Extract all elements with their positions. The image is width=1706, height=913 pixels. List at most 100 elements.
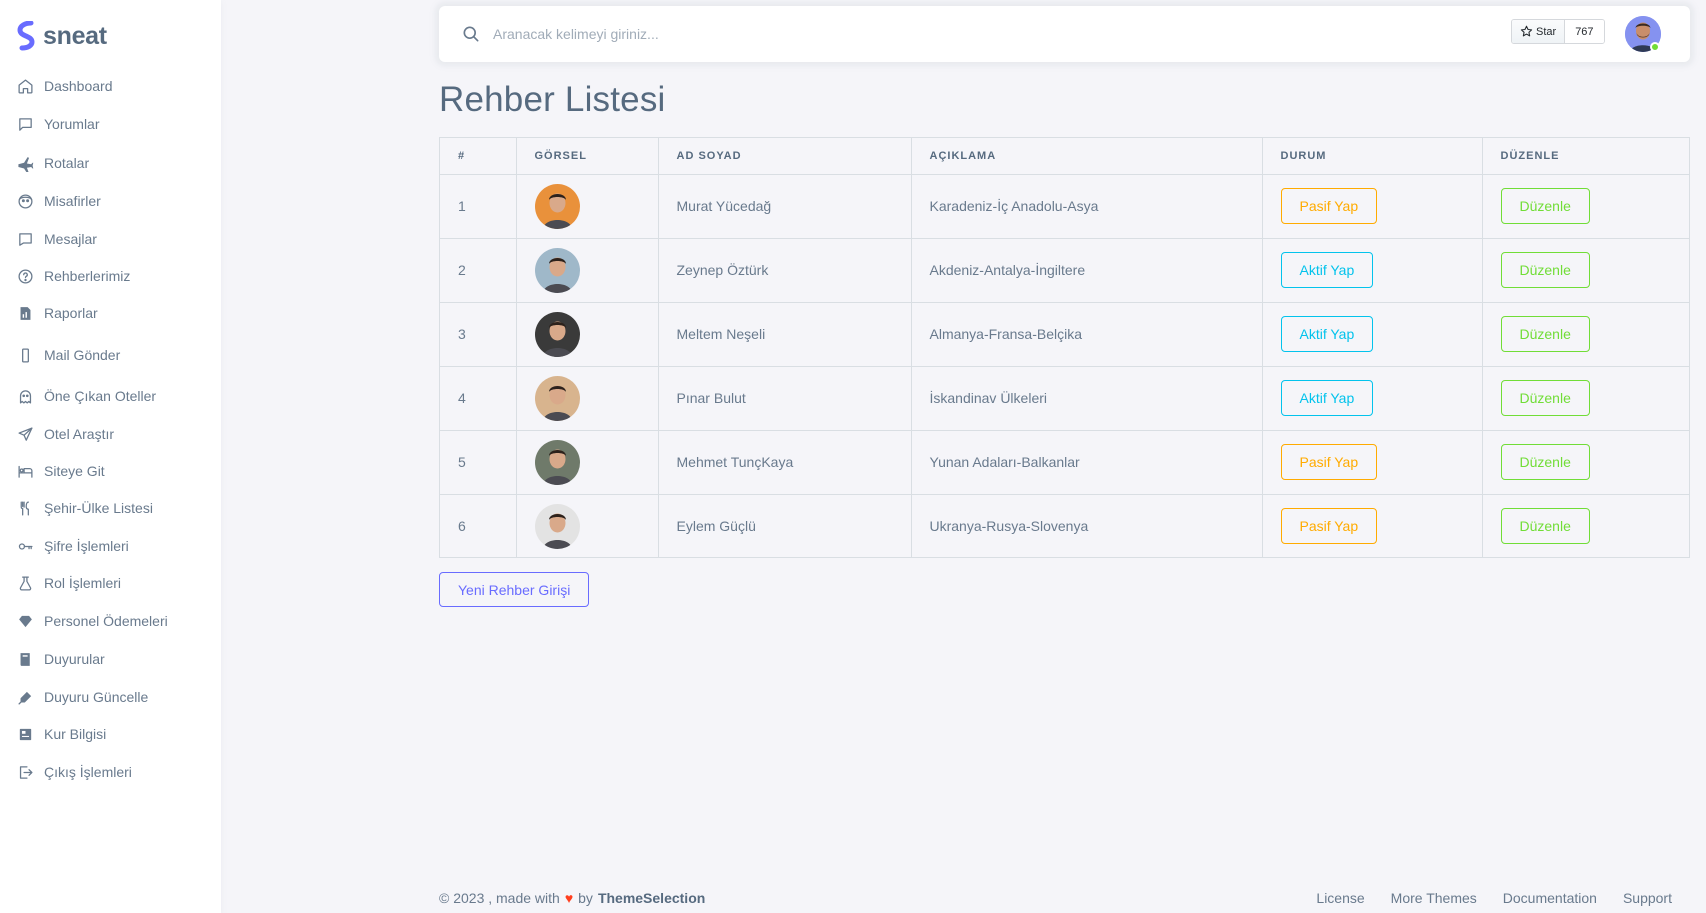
person-avatar (534, 439, 580, 485)
header-edit: DÜZENLE (1481, 138, 1689, 175)
star-count[interactable]: 767 (1565, 20, 1604, 43)
row-name: Eylem Güçlü (657, 493, 912, 558)
row-num: 1 (440, 173, 517, 239)
sidebar-item-rehberlerimiz[interactable]: Rehberlerimiz (0, 258, 221, 294)
footer: © 2023 , made with ♥ by ThemeSelection L… (439, 890, 1690, 910)
table-row: 4 Pınar Bulut İskandinav Ülkeleri Aktif Yap… (440, 365, 1689, 431)
sidebar-item-otel-araştır[interactable]: Otel Araştır (0, 416, 221, 452)
sidebar-item-rol-i-şlemleri[interactable]: Rol İşlemleri (0, 565, 221, 601)
ghost-icon (16, 387, 34, 405)
footer-link-more-themes[interactable]: More Themes (1391, 890, 1477, 906)
status-toggle-button[interactable]: Pasif Yap (1280, 508, 1378, 545)
sidebar-item-label: Duyuru Güncelle (44, 689, 149, 705)
table-row: 5 Mehmet TunçKaya Yunan Adaları-Balkanlar P… (440, 429, 1689, 495)
sidebar-item-raporlar[interactable]: Raporlar (0, 295, 221, 331)
new-guide-button[interactable]: Yeni Rehber Girişi (439, 572, 590, 607)
report-icon (16, 304, 34, 322)
row-status-cell: Pasif Yap (1261, 173, 1483, 239)
row-status-cell: Pasif Yap (1261, 493, 1483, 558)
footer-link-support[interactable]: Support (1623, 890, 1672, 906)
row-description: İskandinav Ülkeleri (910, 365, 1263, 431)
themeselection-link[interactable]: ThemeSelection (598, 890, 705, 906)
person-avatar (534, 375, 580, 421)
table-row: 2 Zeynep Öztürk Akdeniz-Antalya-İngiltere A… (440, 237, 1689, 303)
status-toggle-button[interactable]: Aktif Yap (1280, 252, 1374, 288)
person-avatar (534, 311, 580, 357)
table-row: 6 Eylem Güçlü Ukranya-Rusya-Slovenya Pasif … (440, 493, 1689, 558)
sidebar-item-label: Siteye Git (44, 463, 105, 479)
sidebar-item-siteye-git[interactable]: Siteye Git (0, 453, 221, 489)
brand[interactable]: sneat (16, 20, 107, 52)
sidebar-item-label: Mesajlar (44, 231, 97, 247)
edit-button[interactable]: Düzenle (1500, 508, 1590, 545)
edit-button[interactable]: Düzenle (1500, 252, 1590, 288)
sidebar-item-label: Rehberlerimiz (44, 268, 131, 284)
row-avatar-cell (515, 173, 659, 239)
plane-icon (16, 154, 34, 172)
sidebar-item-rotalar[interactable]: Rotalar (0, 145, 221, 181)
news-icon (16, 725, 34, 743)
row-description: Almanya-Fransa-Belçika (910, 301, 1263, 367)
sidebar-item-öne-çıkan-oteller[interactable]: Öne Çıkan Oteller (0, 378, 221, 414)
sidebar-item-label: Rol İşlemleri (44, 575, 122, 591)
status-toggle-button[interactable]: Aktif Yap (1280, 380, 1374, 416)
sidebar-item-duyuru-güncelle[interactable]: Duyuru Güncelle (0, 679, 221, 715)
edit-button[interactable]: Düzenle (1500, 380, 1590, 416)
sidebar-item-misafirler[interactable]: Misafirler (0, 183, 221, 219)
row-avatar-cell (515, 429, 659, 495)
status-toggle-button[interactable]: Pasif Yap (1280, 188, 1378, 224)
row-avatar-cell (515, 301, 659, 367)
search-icon (463, 26, 479, 42)
log-out-icon (16, 763, 34, 781)
person-avatar (534, 247, 580, 293)
sidebar-item-şifre-i-şlemleri[interactable]: Şifre İşlemleri (0, 528, 221, 564)
github-star-widget[interactable]: Star 767 (1511, 19, 1605, 44)
row-status-cell: Aktif Yap (1261, 365, 1483, 431)
sidebar-item-mesajlar[interactable]: Mesajlar (0, 221, 221, 257)
row-num: 5 (440, 429, 517, 495)
person-avatar (534, 183, 580, 229)
status-toggle-button[interactable]: Pasif Yap (1280, 444, 1378, 480)
sidebar-item-label: Şifre İşlemleri (44, 538, 129, 554)
help-circle-icon (16, 267, 34, 285)
status-toggle-button[interactable]: Aktif Yap (1280, 316, 1374, 352)
sidebar-item-kur-bilgisi[interactable]: Kur Bilgisi (0, 716, 221, 752)
comment-icon (16, 115, 34, 133)
row-edit-cell: Düzenle (1481, 173, 1689, 239)
sidebar-item-dashboard[interactable]: Dashboard (0, 68, 221, 104)
sidebar-item-şehir-ülke-listesi[interactable]: Şehir-Ülke Listesi (0, 490, 221, 526)
github-star-button[interactable]: Star (1512, 20, 1566, 43)
heart-icon: ♥ (564, 890, 574, 906)
table-row: 1 Murat Yücedağ Karadeniz-İç Anadolu-Asya P… (440, 173, 1689, 239)
mobile-icon (16, 346, 34, 364)
sidebar-item-mail-gönder[interactable]: Mail Gönder (0, 337, 221, 373)
sidebar-item-duyurular[interactable]: Duyurular (0, 641, 221, 677)
sidebar-item-personel-ödemeleri[interactable]: Personel Ödemeleri (0, 603, 221, 639)
row-edit-cell: Düzenle (1481, 493, 1689, 558)
header-name: AD SOYAD (657, 138, 912, 175)
row-name: Pınar Bulut (657, 365, 912, 431)
search-input[interactable] (493, 20, 1293, 48)
footer-links: License More Themes Documentation Suppor… (1316, 890, 1672, 906)
key-icon (16, 537, 34, 555)
copyright-text: © 2023 , made with (439, 890, 560, 906)
footer-link-license[interactable]: License (1316, 890, 1364, 906)
row-num: 2 (440, 237, 517, 303)
edit-button[interactable]: Düzenle (1500, 316, 1590, 352)
message-icon (16, 230, 34, 248)
sidebar-item-label: Misafirler (44, 193, 101, 209)
edit-button[interactable]: Düzenle (1500, 188, 1590, 224)
edit-button[interactable]: Düzenle (1500, 444, 1590, 480)
guest-icon (16, 192, 34, 210)
sidebar-item-label: Raporlar (44, 305, 98, 321)
header-num: # (440, 138, 517, 175)
row-avatar-cell (515, 237, 659, 303)
sidebar-item-label: Kur Bilgisi (44, 726, 107, 742)
footer-link-documentation[interactable]: Documentation (1503, 890, 1597, 906)
sidebar-item-yorumlar[interactable]: Yorumlar (0, 106, 221, 142)
brand-logo-icon (17, 21, 35, 51)
row-description: Akdeniz-Antalya-İngiltere (910, 237, 1263, 303)
send-icon (16, 425, 34, 443)
flask-icon (16, 574, 34, 592)
sidebar-item-çıkış-i-şlemleri[interactable]: Çıkış İşlemleri (0, 754, 221, 790)
